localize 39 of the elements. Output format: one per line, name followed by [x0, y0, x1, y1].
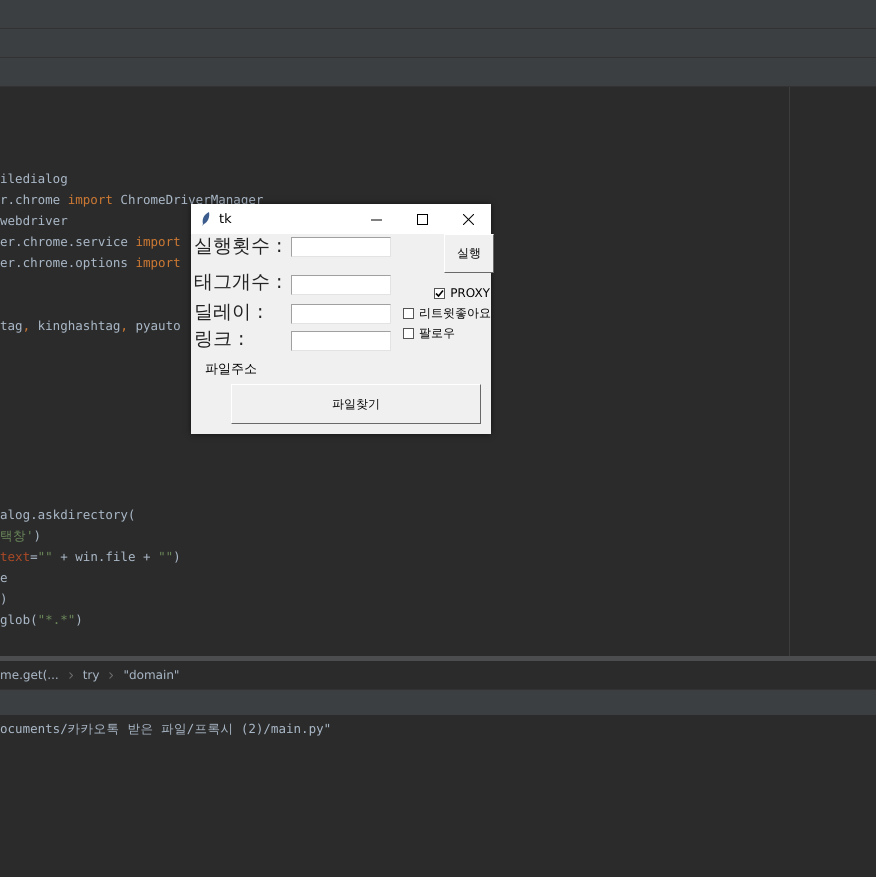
checkbox[interactable] [403, 328, 414, 339]
code-line: ) [0, 590, 8, 608]
field-label: 태그개수 : [194, 270, 284, 295]
field-label: 실행횟수 : [194, 234, 284, 259]
input-field[interactable] [291, 330, 391, 350]
checkbox-label: PROXY [450, 286, 490, 300]
field-label: 딜레이 : [194, 300, 264, 325]
run-button[interactable]: 실행 [444, 234, 494, 273]
breadcrumb[interactable]: me.get(... [0, 668, 59, 682]
input-field[interactable] [291, 237, 391, 257]
breadcrumb[interactable]: try [82, 668, 100, 682]
chevron-icon [109, 672, 114, 678]
code-line: text="" + win.file + "") [0, 548, 181, 566]
code-line: e [0, 569, 8, 587]
feather-icon [201, 212, 211, 226]
code-line: 택창') [0, 527, 42, 545]
terminal-line: ocuments/카카오톡 받은 파일/프록시 (2)/main.py" [0, 720, 332, 738]
code-line: r.chrome import ChromeDriverManager [0, 191, 264, 209]
breadcrumb[interactable]: "domain" [123, 668, 180, 682]
checkbox[interactable] [434, 288, 446, 298]
field-label: 링크 : [194, 327, 246, 352]
input-field[interactable] [291, 304, 391, 324]
code-line: er.chrome.options import [0, 254, 181, 272]
file-path-label: 파일주소 [204, 361, 258, 378]
find-file-button[interactable]: 파일찾기 [231, 384, 481, 424]
close-icon [462, 214, 474, 224]
code-line: webdriver [0, 212, 68, 230]
code-line: tag, kinghashtag, pyauto [0, 317, 181, 335]
checkbox-label: 팔로우 [419, 325, 455, 342]
maximize-icon [416, 214, 428, 224]
code-line: glob("*.*") [0, 611, 83, 629]
code-line: alog.askdirectory( [0, 506, 136, 524]
chevron-icon [68, 672, 73, 678]
code-line: iledialog [0, 170, 68, 188]
code-line: er.chrome.service import [0, 233, 181, 251]
window-title: tk [219, 212, 233, 226]
checkbox[interactable] [403, 308, 414, 319]
checkbox-label: 리트윗좋아요 [419, 305, 491, 322]
input-field[interactable] [291, 275, 391, 295]
